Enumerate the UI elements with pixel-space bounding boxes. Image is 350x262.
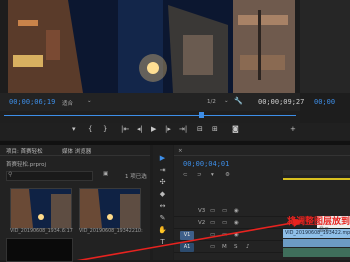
sync-icon[interactable]: ▭	[222, 232, 227, 238]
selection-tool-icon[interactable]: ▶	[157, 153, 168, 163]
play-icon[interactable]: ▶	[151, 125, 156, 133]
project-path: 首赛轻松.prproj	[6, 162, 47, 168]
search-icon: ⚲	[8, 171, 13, 178]
program-monitor-video	[8, 0, 295, 93]
mark-in-icon[interactable]: ▾	[72, 125, 76, 133]
media-name: VID_20190608_1934...	[10, 229, 65, 234]
fit-dropdown[interactable]: 适合	[62, 99, 73, 107]
extract-icon[interactable]: ⊞	[212, 125, 218, 133]
eye-icon[interactable]: ◉	[234, 208, 239, 214]
settings-icon[interactable]: ⚙	[225, 172, 230, 178]
media-thumbnail[interactable]	[79, 188, 141, 229]
playhead-marker[interactable]	[199, 112, 204, 118]
transport-bar	[0, 123, 350, 140]
side-panel-strip	[300, 0, 350, 93]
work-area-bar	[283, 178, 350, 180]
video-clip-body[interactable]	[283, 239, 350, 247]
add-button-icon[interactable]: +	[290, 125, 296, 133]
ripple-edit-icon[interactable]: ✣	[157, 177, 168, 187]
audio-clip[interactable]	[283, 248, 350, 257]
marker-icon[interactable]: ▾	[211, 172, 214, 178]
sync-icon[interactable]: ▭	[222, 208, 227, 214]
pen-tool-icon[interactable]: ✎	[157, 213, 168, 223]
razor-tool-icon[interactable]: ◆	[157, 189, 168, 199]
hand-tool-icon[interactable]: ✋	[157, 225, 168, 235]
step-forward-icon[interactable]: |▸	[165, 125, 171, 133]
media-thumbnail[interactable]	[10, 188, 72, 229]
media-duration: 6:17	[62, 229, 73, 234]
lift-icon[interactable]: ⊟	[197, 125, 203, 133]
track-label-v2: V2	[198, 220, 206, 226]
sync-icon[interactable]: ▭	[222, 220, 227, 226]
mic-icon[interactable]: ♪	[246, 244, 250, 250]
playhead-timecode[interactable]: 00;00;06;19	[9, 98, 55, 106]
lock-icon[interactable]: ▭	[210, 220, 215, 226]
mark-out-bracket-icon[interactable]: }	[103, 125, 107, 133]
tab-media-browser[interactable]: 媒体 浏览器	[62, 147, 91, 155]
quality-dropdown[interactable]: 1/2	[207, 99, 216, 105]
slip-tool-icon[interactable]: ↔	[157, 201, 168, 211]
go-to-in-icon[interactable]: |⇤	[121, 125, 129, 133]
annotation-text: 将调整图层放到	[287, 217, 350, 227]
timeline-ruler[interactable]	[283, 170, 350, 175]
wrench-icon[interactable]: 🔧	[234, 97, 243, 105]
folder-icon[interactable]: ▣	[103, 171, 108, 177]
timeline-timecode[interactable]: 00;00;04;01	[183, 160, 229, 168]
track-target-a1[interactable]: A1	[180, 243, 194, 252]
side-timecode-label: 00;00	[314, 98, 336, 106]
duration-timecode: 00;00;09;27	[258, 98, 305, 106]
scrub-line	[4, 115, 296, 116]
lock-icon[interactable]: ▭	[210, 244, 215, 250]
linked-icon[interactable]: ⊃	[197, 172, 202, 178]
mute-icon[interactable]: M	[222, 244, 227, 250]
chevron-down-icon[interactable]: ⌄	[224, 98, 229, 104]
text-tool-icon[interactable]: T	[157, 237, 168, 247]
track-label-v3: V3	[198, 208, 206, 214]
chevron-down-icon[interactable]: ⌄	[87, 98, 92, 104]
media-thumbnail-empty[interactable]	[6, 238, 73, 262]
camera-icon[interactable]: ◙	[232, 125, 239, 133]
solo-icon[interactable]: S	[234, 244, 238, 250]
go-to-out-icon[interactable]: ⇥|	[179, 125, 187, 133]
tab-divider	[174, 155, 350, 156]
search-input[interactable]	[6, 171, 93, 181]
media-name: VID_20190608_193422...	[79, 229, 140, 234]
eye-icon[interactable]: ◉	[234, 232, 239, 238]
media-duration: 10:	[135, 229, 143, 234]
close-icon[interactable]: ×	[178, 148, 183, 154]
tab-divider	[0, 155, 150, 156]
tab-project[interactable]: 项目: 首赛轻松	[6, 147, 43, 155]
lock-icon[interactable]: ▭	[210, 208, 215, 214]
selection-count: 1 项已选	[125, 174, 147, 180]
track-target-v1[interactable]: V1	[180, 231, 194, 240]
lock-icon[interactable]: ▭	[210, 232, 215, 238]
mark-in-bracket-icon[interactable]: {	[88, 125, 92, 133]
scrub-bar[interactable]	[0, 111, 300, 123]
step-back-icon[interactable]: ◂|	[137, 125, 143, 133]
snap-icon[interactable]: ⊂	[183, 172, 188, 178]
track-select-icon[interactable]: ⇥	[157, 165, 168, 175]
eye-icon[interactable]: ◉	[234, 220, 239, 226]
